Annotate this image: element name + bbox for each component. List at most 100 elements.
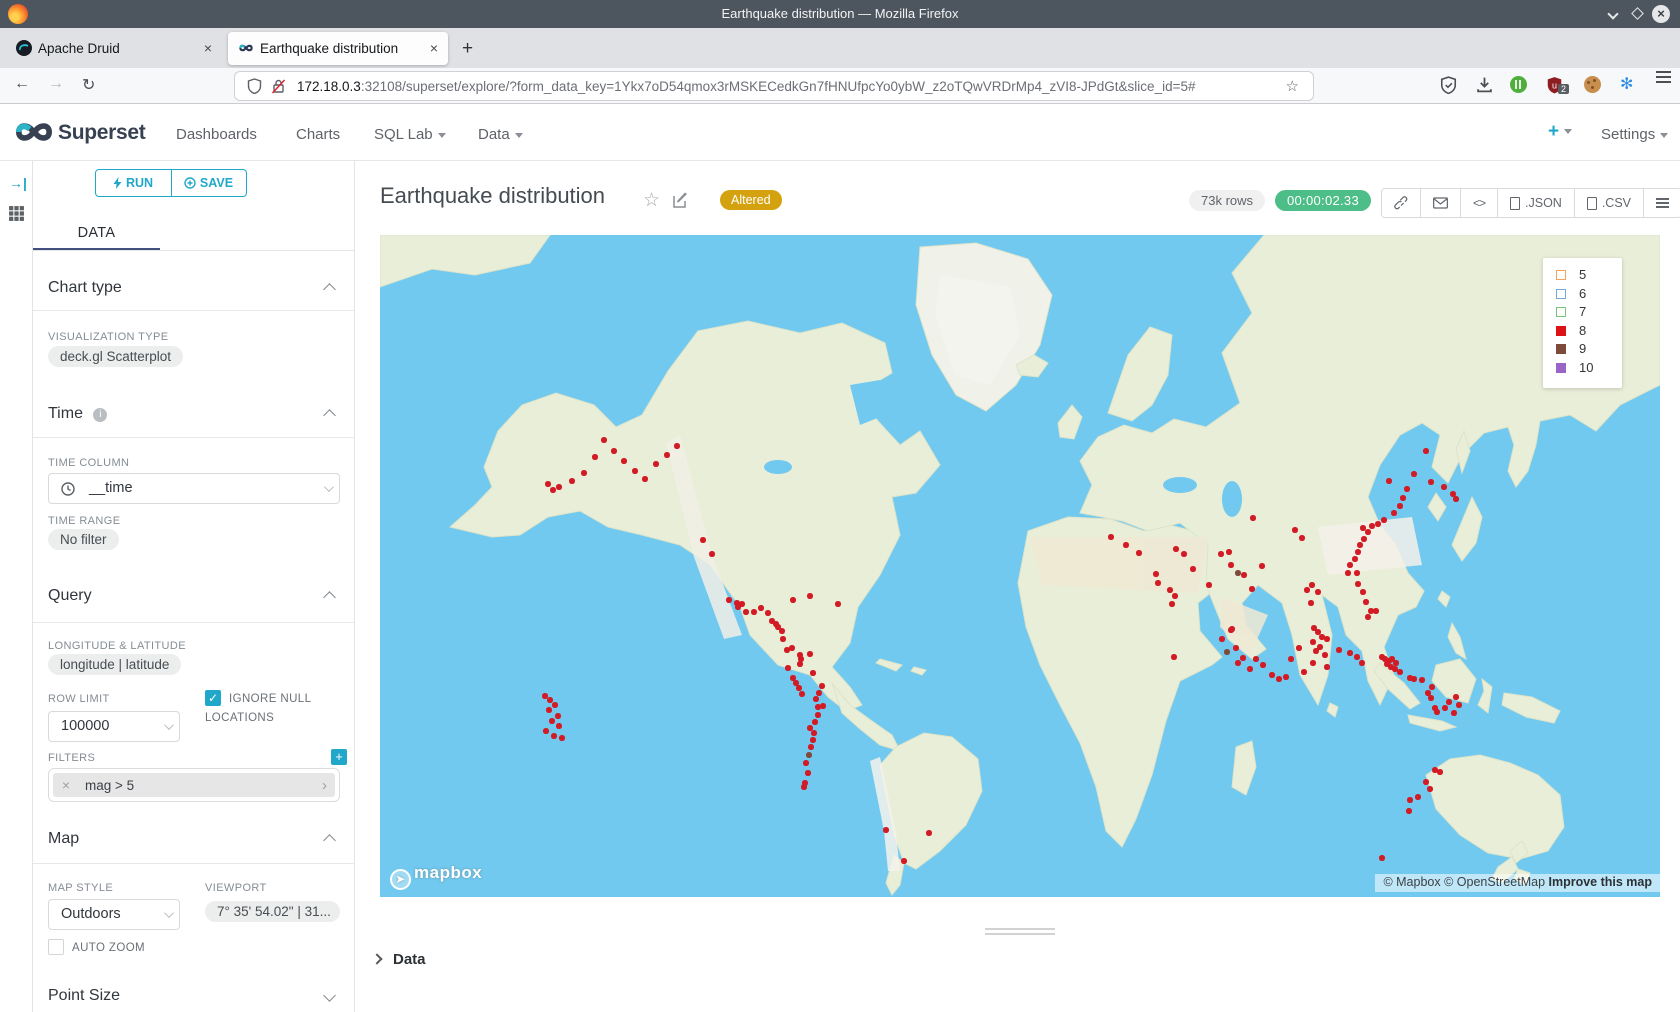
collapse-query-icon[interactable] [323,591,336,604]
attribution-mapbox[interactable]: © Mapbox [1383,875,1444,889]
earthquake-point [1228,627,1234,633]
earthquake-point [1276,676,1282,682]
viewport-value[interactable]: 7° 35' 54.02" | 31... [205,901,340,922]
nav-sql-lab[interactable]: SQL Lab [374,126,446,143]
filters-container: × mag > 5 › [48,768,340,802]
section-time[interactable]: Time i [48,405,107,423]
insecure-lock-icon[interactable] [271,78,286,94]
settings-menu[interactable]: Settings [1601,126,1668,143]
earthquake-point [555,713,561,719]
export-json-button[interactable]: .JSON [1498,189,1575,217]
collapse-chart-type-icon[interactable] [323,283,336,296]
collapse-map-icon[interactable] [323,834,336,847]
attribution-improve-link[interactable]: Improve this map [1549,875,1653,889]
expand-dataset-panel-icon[interactable]: →| [9,175,27,191]
earthquake-point [592,454,598,460]
expand-filter-icon[interactable]: › [322,777,327,794]
section-map[interactable]: Map [48,830,79,848]
embed-code-button[interactable]: <> [1461,189,1498,217]
cookie-icon[interactable] [1584,76,1601,93]
code-icon: <> [1473,196,1485,210]
save-button[interactable]: SAVE [172,170,247,196]
earthquake-point [1456,702,1462,708]
row-limit-select[interactable]: 100000 [48,711,180,742]
earthquake-point [1446,699,1452,705]
earthquake-point [1347,562,1353,568]
tab-close-icon[interactable]: × [430,40,438,56]
expand-point-size-icon[interactable] [323,989,336,1002]
dataset-grid-icon[interactable] [8,205,25,222]
earthquake-point [743,609,749,615]
druid-favicon-icon [16,40,32,56]
extension-asterisk-icon[interactable]: ✻ [1620,74,1633,94]
export-csv-button[interactable]: .CSV [1575,189,1644,217]
mapbox-logo[interactable]: ➤mapbox [390,863,482,886]
filter-chip[interactable]: × mag > 5 › [53,773,335,797]
attribution-osm[interactable]: © OpenStreetMap [1444,875,1548,889]
nav-data[interactable]: Data [478,126,523,143]
section-query[interactable]: Query [48,587,92,605]
shield-permissions-icon[interactable] [247,78,262,94]
earthquake-point [1167,587,1173,593]
earthquake-point [1365,529,1371,535]
tab-data[interactable]: DATA [33,225,160,241]
download-icon[interactable] [1476,76,1493,99]
window-minimize-button[interactable] [1604,5,1622,23]
favorite-star-icon[interactable]: ☆ [643,189,660,212]
window-maximize-button[interactable] [1628,5,1646,23]
back-button[interactable]: ← [14,75,30,93]
earthquake-point [1393,660,1399,666]
more-options-button[interactable] [1644,189,1680,217]
edit-properties-icon[interactable] [673,192,689,208]
new-tab-button[interactable]: + [462,38,473,60]
extension-green-icon[interactable] [1510,76,1527,93]
superset-brand[interactable]: Superset [58,121,145,145]
altered-badge[interactable]: Altered [720,190,782,210]
remove-filter-icon[interactable]: × [62,778,70,793]
time-column-select[interactable]: __time [48,473,340,504]
earthquake-point [545,481,551,487]
email-button[interactable] [1421,189,1461,217]
chevron-down-icon [164,720,174,730]
resize-handle[interactable] [985,928,1055,938]
menu-icon[interactable] [1656,76,1671,78]
section-chart-type[interactable]: Chart type [48,279,122,297]
map-style-select[interactable]: Outdoors [48,899,180,930]
copy-link-button[interactable] [1382,189,1421,217]
url-bar[interactable]: 172.18.0.3:32108/superset/explore/?form_… [235,72,1313,100]
ignore-null-checkbox[interactable]: ✓ [205,690,221,706]
collapse-time-icon[interactable] [323,409,336,422]
tab-close-icon[interactable]: × [204,40,212,56]
earthquake-point [816,690,822,696]
earthquake-point [674,443,680,449]
add-filter-button[interactable]: + [331,749,347,765]
legend-swatch-10 [1556,363,1566,373]
data-panel-toggle[interactable]: Data [373,951,426,968]
clock-icon [61,482,75,496]
nav-dashboards[interactable]: Dashboards [176,126,257,143]
earthquake-point [785,665,791,671]
window-close-button[interactable]: × [1652,5,1670,23]
viz-type-value[interactable]: deck.gl Scatterplot [48,346,183,367]
reload-button[interactable]: ↻ [82,75,95,95]
browser-tab-druid[interactable]: Apache Druid × [6,32,222,65]
browser-tab-superset[interactable]: Earthquake distribution × [228,32,448,65]
time-range-label: TIME RANGE [48,515,120,527]
add-new-button[interactable]: + [1548,121,1572,143]
run-button[interactable]: RUN [96,170,172,196]
forward-button[interactable]: → [48,75,64,93]
earthquake-point [1345,570,1351,576]
auto-zoom-checkbox[interactable] [48,939,64,955]
section-point-size[interactable]: Point Size [48,987,120,1005]
earthquake-point [790,597,796,603]
earthquake-point [901,858,907,864]
time-range-value[interactable]: No filter [48,529,119,550]
earthquake-point [797,661,803,667]
lonlat-value[interactable]: longitude | latitude [48,654,181,675]
bookmark-star-icon[interactable]: ☆ [1286,77,1299,95]
deckgl-map-canvas[interactable]: 5 6 7 8 9 10 ➤mapbox © Mapbox © OpenStre… [380,235,1660,897]
ublock-shield-icon[interactable]: u 2 [1546,76,1563,99]
nav-charts[interactable]: Charts [296,126,340,143]
pocket-shield-icon[interactable] [1440,76,1457,99]
legend-item: 5 [1556,267,1622,286]
